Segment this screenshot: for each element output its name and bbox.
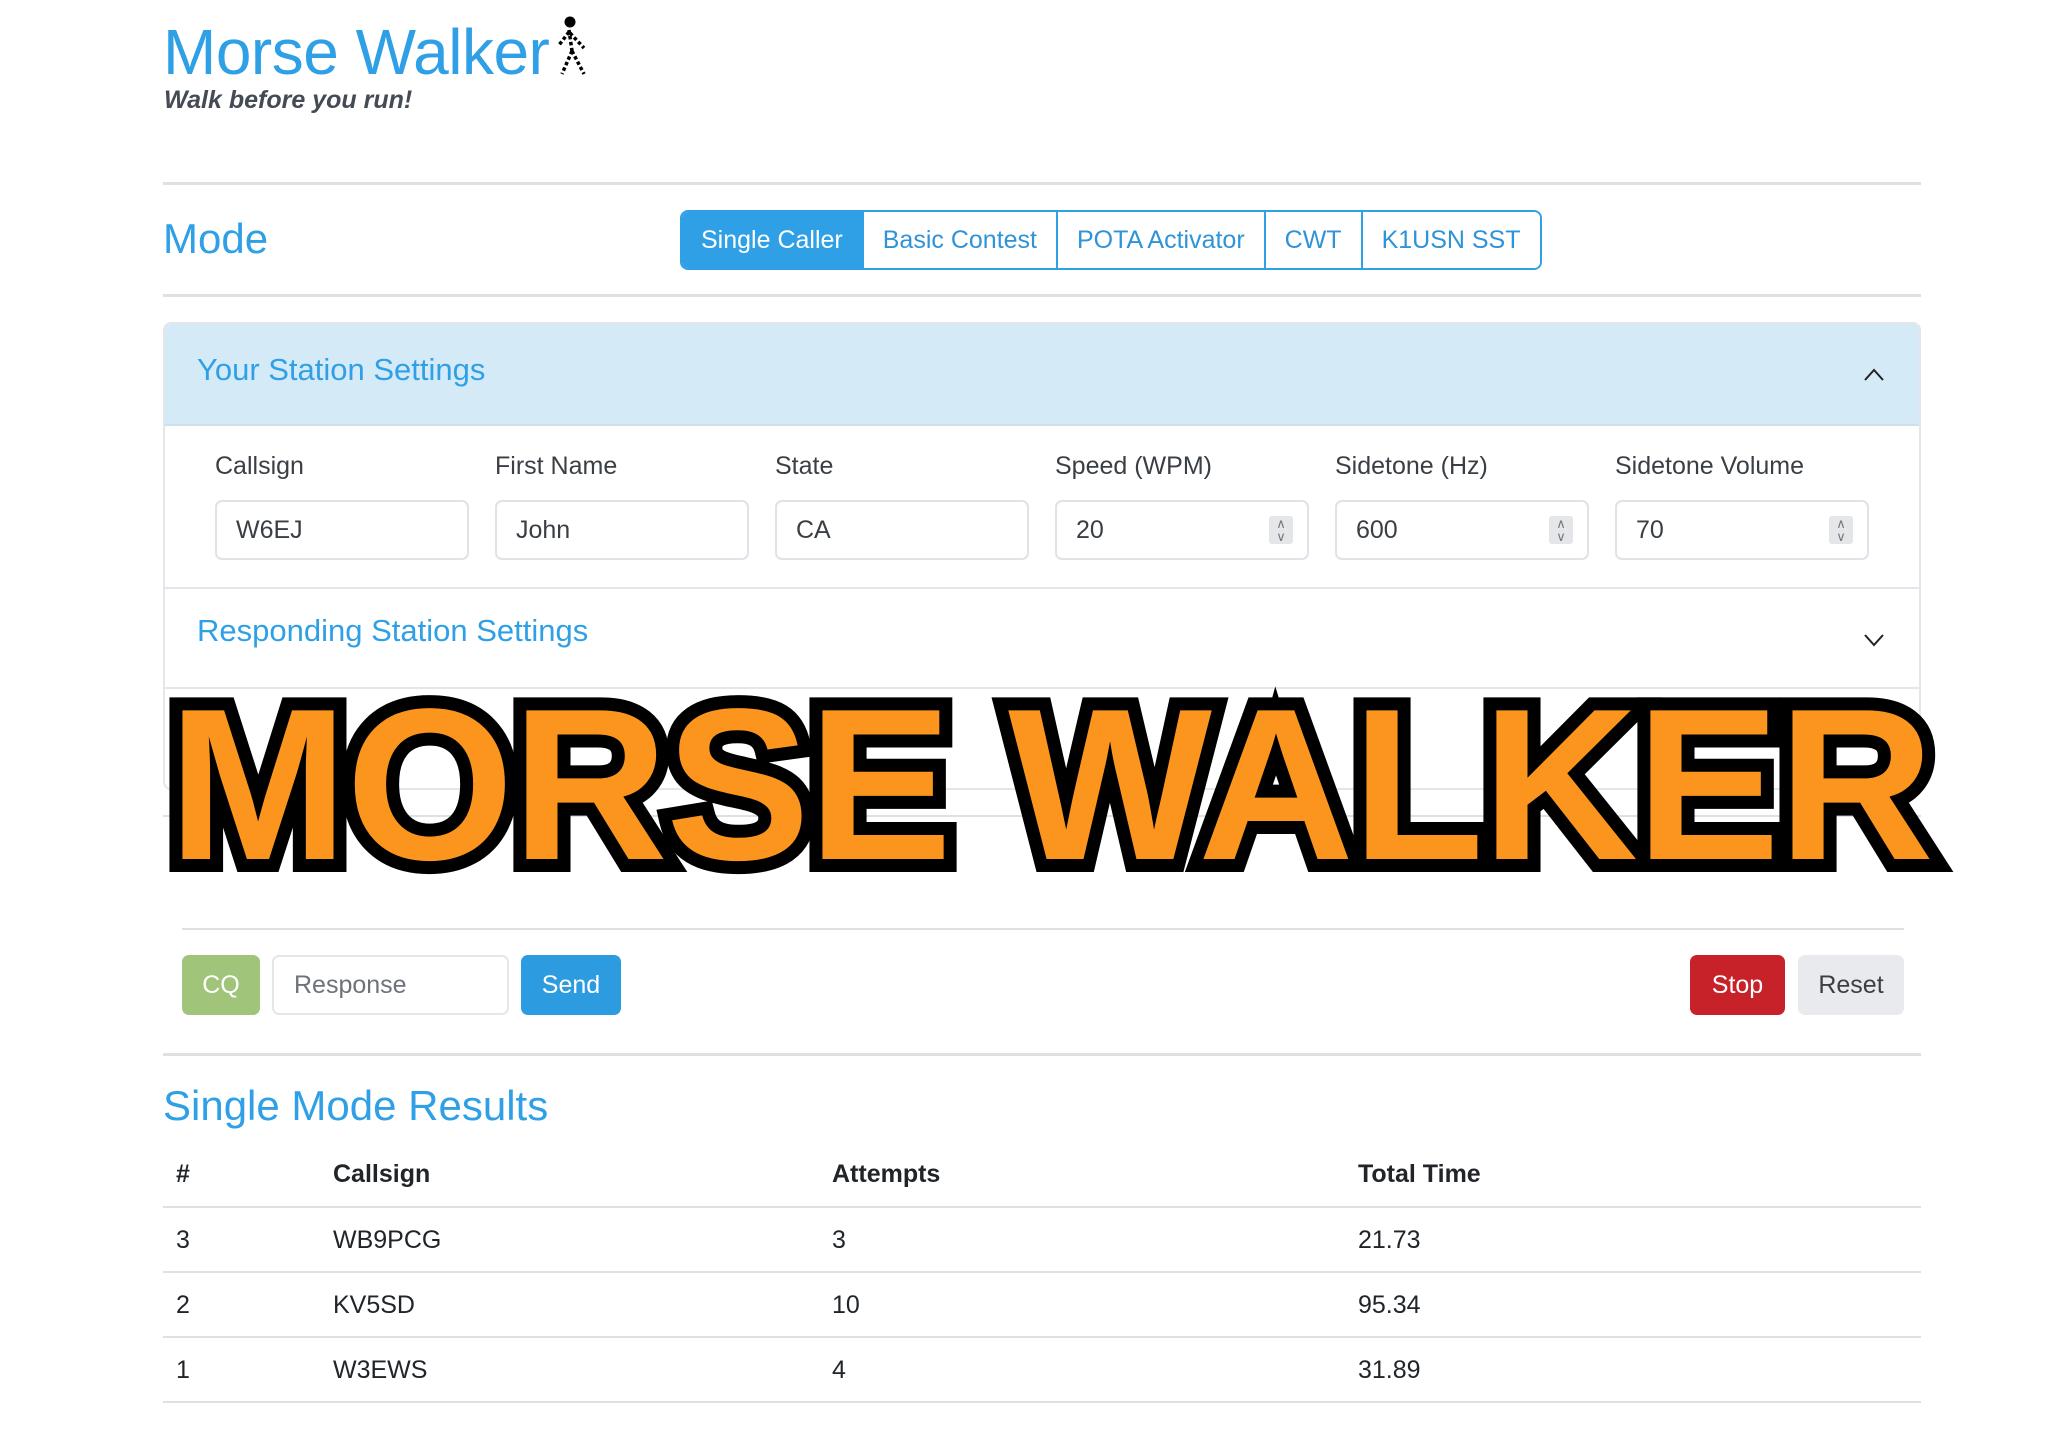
reset-button[interactable]: Reset	[1798, 955, 1904, 1015]
mode-k1usn-sst-button[interactable]: K1USN SST	[1362, 212, 1540, 268]
divider	[163, 182, 1921, 185]
speed-input[interactable]: 20 ∧ ∨	[1055, 500, 1309, 560]
sidetone-value: 600	[1356, 516, 1398, 544]
row-total-time: 31.89	[1358, 1356, 1421, 1384]
sidetone-volume-value: 70	[1636, 516, 1664, 544]
mode-single-caller-button[interactable]: Single Caller	[682, 212, 864, 268]
speed-label: Speed (WPM)	[1055, 452, 1212, 480]
row-callsign: WB9PCG	[333, 1226, 442, 1254]
responding-station-settings-title: Responding Station Settings	[197, 613, 589, 648]
mode-basic-contest-button[interactable]: Basic Contest	[863, 212, 1058, 268]
row-number: 2	[176, 1291, 190, 1319]
sidetone-volume-label: Sidetone Volume	[1615, 452, 1805, 480]
table-row: 3 WB9PCG 3 21.73	[0, 1226, 2048, 1286]
first-name-input[interactable]: John	[495, 500, 749, 560]
row-total-time: 21.73	[1358, 1226, 1421, 1254]
row-attempts: 3	[832, 1226, 846, 1254]
send-button[interactable]: Send	[521, 955, 621, 1015]
row-divider	[163, 1401, 1921, 1403]
callsign-label: Callsign	[215, 452, 304, 480]
row-divider	[163, 1271, 1921, 1273]
row-number: 1	[176, 1356, 190, 1384]
divider	[163, 294, 1921, 297]
sidetone-label: Sidetone (Hz)	[1335, 452, 1488, 480]
column-header-total-time: Total Time	[1358, 1160, 1481, 1188]
cq-button[interactable]: CQ	[182, 955, 260, 1015]
row-callsign: KV5SD	[333, 1291, 415, 1319]
mode-pota-activator-button[interactable]: POTA Activator	[1058, 212, 1266, 268]
row-attempts: 10	[832, 1291, 860, 1319]
sidetone-volume-spinner[interactable]: ∧ ∨	[1829, 516, 1853, 544]
mode-heading: Mode	[163, 215, 269, 262]
app-title: Morse Walker	[163, 16, 550, 88]
row-callsign: W3EWS	[333, 1356, 428, 1384]
mode-cwt-button[interactable]: CWT	[1265, 212, 1363, 268]
speed-value: 20	[1076, 516, 1104, 544]
sidetone-spinner[interactable]: ∧ ∨	[1549, 516, 1573, 544]
column-header-callsign: Callsign	[333, 1160, 431, 1188]
first-name-value: John	[516, 516, 571, 544]
speed-spinner[interactable]: ∧ ∨	[1269, 516, 1293, 544]
mode-button-group: Single Caller Basic Contest POTA Activat…	[680, 210, 1542, 270]
callsign-input[interactable]: W6EJ	[215, 500, 469, 560]
callsign-value: W6EJ	[236, 516, 303, 544]
row-number: 3	[176, 1226, 190, 1254]
row-divider	[163, 1336, 1921, 1338]
response-input[interactable]: Response	[272, 955, 509, 1015]
app-tagline: Walk before you run!	[164, 86, 413, 114]
walking-person-icon	[557, 16, 586, 75]
row-attempts: 4	[832, 1356, 846, 1384]
state-input[interactable]: CA	[775, 500, 1029, 560]
row-total-time: 95.34	[1358, 1291, 1421, 1319]
chevron-up-icon[interactable]	[1863, 364, 1885, 386]
results-heading: Single Mode Results	[163, 1082, 549, 1129]
overlay-banner-text: MORSE WALKER	[155, 651, 1947, 917]
stop-button[interactable]: Stop	[1690, 955, 1785, 1015]
column-header-attempts: Attempts	[832, 1160, 941, 1188]
table-header-divider	[163, 1206, 1921, 1208]
chevron-down-icon[interactable]	[1863, 629, 1885, 651]
table-row: 2 KV5SD 10 95.34	[0, 1291, 2048, 1351]
divider	[163, 1053, 1921, 1056]
state-label: State	[775, 452, 834, 480]
sidetone-input[interactable]: 600 ∧ ∨	[1335, 500, 1589, 560]
your-station-settings-header[interactable]: Your Station Settings	[165, 324, 1919, 426]
divider	[182, 928, 1904, 930]
state-value: CA	[796, 516, 831, 544]
your-station-settings-title: Your Station Settings	[197, 352, 486, 387]
table-row: 1 W3EWS 4 31.89	[0, 1356, 2048, 1416]
first-name-label: First Name	[495, 452, 618, 480]
column-header-number: #	[176, 1160, 190, 1188]
sidetone-volume-input[interactable]: 70 ∧ ∨	[1615, 500, 1869, 560]
overlay-banner: MORSE WALKER	[155, 651, 1947, 917]
